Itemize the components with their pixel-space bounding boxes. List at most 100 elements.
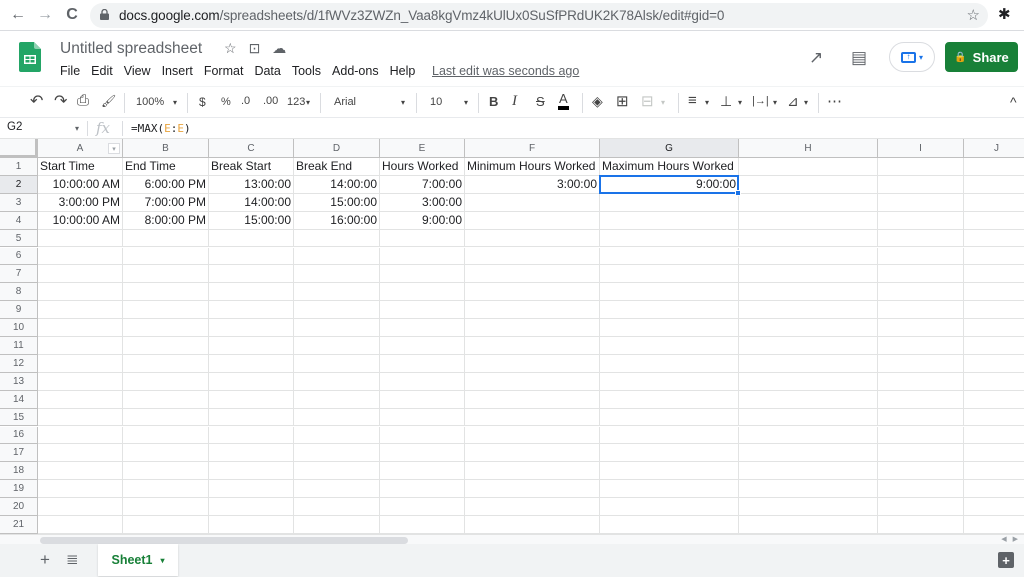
- chevron-down-icon[interactable]: ▾: [661, 98, 665, 107]
- cell[interactable]: [38, 462, 123, 481]
- row-header-1[interactable]: 1: [0, 158, 38, 176]
- cell[interactable]: [294, 498, 380, 516]
- cell[interactable]: [739, 301, 878, 320]
- more-options-icon[interactable]: ⋯: [827, 92, 842, 110]
- cell[interactable]: [294, 444, 380, 463]
- cell[interactable]: [209, 265, 294, 284]
- bold-button[interactable]: B: [489, 94, 498, 109]
- cell[interactable]: [380, 301, 465, 320]
- last-edit-link[interactable]: Last edit was seconds ago: [432, 64, 579, 78]
- cell[interactable]: [294, 319, 380, 337]
- cell[interactable]: [600, 337, 739, 355]
- text-color-button[interactable]: A: [558, 92, 569, 110]
- cell[interactable]: [878, 426, 964, 445]
- cell[interactable]: [209, 301, 294, 320]
- cell[interactable]: [964, 444, 1024, 463]
- cell[interactable]: [123, 247, 209, 266]
- cell[interactable]: [294, 283, 380, 302]
- cell[interactable]: [964, 409, 1024, 427]
- header-cell[interactable]: Minimum Hours Worked: [465, 158, 600, 176]
- cell[interactable]: 14:00:00: [209, 193, 294, 212]
- cell[interactable]: [964, 212, 1024, 230]
- column-header-h[interactable]: H: [739, 139, 878, 158]
- row-header-2[interactable]: 2: [0, 175, 38, 194]
- cell[interactable]: [123, 408, 209, 427]
- cell[interactable]: [38, 265, 123, 284]
- zoom-select[interactable]: 100%: [136, 96, 164, 108]
- cell[interactable]: 3:00:00 PM: [38, 193, 123, 212]
- cell[interactable]: 16:00:00: [294, 211, 380, 230]
- cell[interactable]: [380, 229, 465, 248]
- cell[interactable]: 9:00:00: [380, 211, 465, 230]
- cell[interactable]: [209, 247, 294, 266]
- cell[interactable]: [123, 390, 209, 409]
- cell[interactable]: [38, 301, 123, 320]
- chevron-down-icon[interactable]: ▾: [738, 98, 742, 107]
- cell[interactable]: [964, 283, 1024, 302]
- redo-icon[interactable]: ↷: [54, 91, 67, 111]
- row-header-21[interactable]: 21: [0, 516, 38, 534]
- chevron-down-icon[interactable]: ▾: [464, 98, 468, 107]
- cell[interactable]: [600, 372, 739, 391]
- fill-color-icon[interactable]: ◈: [592, 93, 603, 110]
- cell[interactable]: [878, 444, 964, 463]
- cell[interactable]: [465, 444, 600, 463]
- chevron-down-icon[interactable]: ▾: [705, 98, 709, 107]
- strikethrough-button[interactable]: S: [536, 94, 545, 109]
- cell[interactable]: [739, 354, 878, 373]
- cell[interactable]: [964, 480, 1024, 499]
- cell[interactable]: [465, 337, 600, 355]
- cell[interactable]: [739, 480, 878, 499]
- header-cell[interactable]: End Time: [123, 158, 209, 176]
- cell[interactable]: 3:00:00: [380, 193, 465, 212]
- header-cell[interactable]: Start Time: [38, 158, 123, 176]
- present-button[interactable]: ↑ ▾: [889, 42, 935, 72]
- cell[interactable]: [294, 480, 380, 499]
- cell[interactable]: [878, 229, 964, 248]
- cell[interactable]: 14:00:00: [294, 175, 380, 194]
- cell[interactable]: [209, 498, 294, 516]
- sheets-logo-icon[interactable]: [19, 42, 41, 72]
- cell[interactable]: [600, 301, 739, 320]
- cell[interactable]: [294, 372, 380, 391]
- row-header-19[interactable]: 19: [0, 480, 38, 499]
- cell[interactable]: 7:00:00: [380, 175, 465, 194]
- cell[interactable]: [380, 426, 465, 445]
- fill-handle[interactable]: [735, 189, 741, 196]
- cell[interactable]: [380, 516, 465, 534]
- cell[interactable]: [209, 337, 294, 355]
- italic-button[interactable]: I: [512, 93, 517, 110]
- star-icon[interactable]: ☆: [224, 40, 237, 57]
- cell[interactable]: [38, 390, 123, 409]
- menu-file[interactable]: File: [60, 64, 80, 78]
- cell[interactable]: [878, 193, 964, 212]
- cell[interactable]: [38, 498, 123, 516]
- row-header-10[interactable]: 10: [0, 319, 38, 337]
- undo-icon[interactable]: ↶: [30, 91, 43, 111]
- row-header-8[interactable]: 8: [0, 283, 38, 302]
- cell[interactable]: [964, 319, 1024, 337]
- cell[interactable]: [739, 462, 878, 481]
- row-header-20[interactable]: 20: [0, 498, 38, 516]
- cell[interactable]: [209, 426, 294, 445]
- cell[interactable]: [600, 516, 739, 534]
- cell[interactable]: [209, 480, 294, 499]
- header-cell[interactable]: [964, 158, 1024, 176]
- cell[interactable]: [878, 408, 964, 427]
- cell[interactable]: [964, 248, 1024, 266]
- cell[interactable]: [380, 408, 465, 427]
- cell[interactable]: [209, 229, 294, 248]
- cell[interactable]: [600, 390, 739, 409]
- text-wrap-icon[interactable]: |→|: [752, 95, 769, 107]
- cell[interactable]: [964, 498, 1024, 516]
- cell[interactable]: [465, 283, 600, 302]
- header-cell[interactable]: Maximum Hours Worked: [600, 158, 739, 176]
- cell[interactable]: 9:00:00: [600, 175, 739, 194]
- row-header-4[interactable]: 4: [0, 211, 38, 230]
- menu-data[interactable]: Data: [254, 64, 280, 78]
- cell[interactable]: [123, 462, 209, 481]
- column-header-i[interactable]: I: [878, 139, 964, 158]
- cell[interactable]: [380, 498, 465, 516]
- cell[interactable]: [600, 319, 739, 337]
- cell[interactable]: [600, 265, 739, 284]
